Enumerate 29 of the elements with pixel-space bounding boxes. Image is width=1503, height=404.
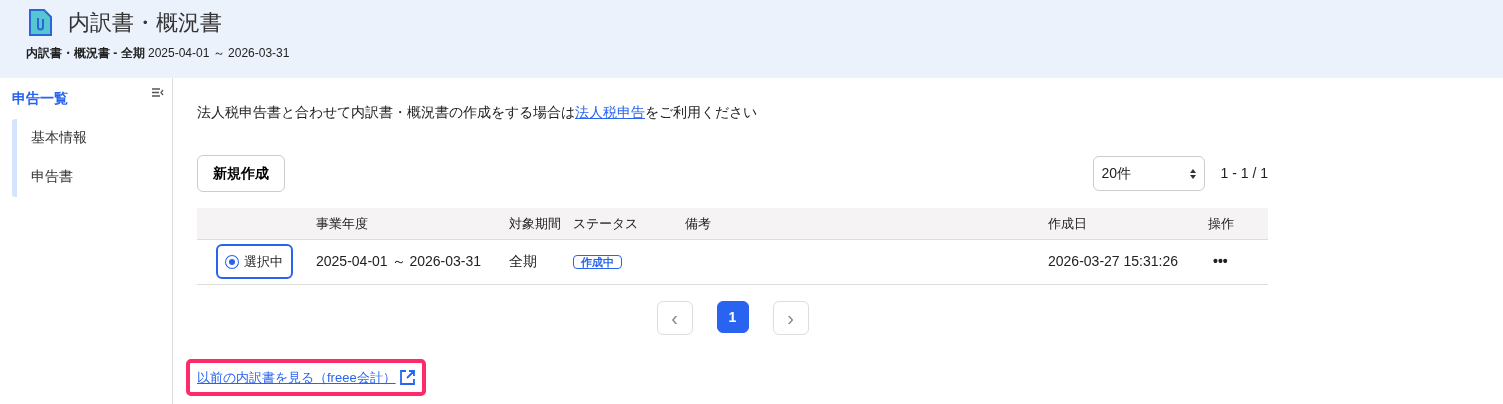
column-header: 事業年度 xyxy=(316,215,368,231)
column-header: 作成日 xyxy=(1048,215,1087,231)
page-size-select[interactable]: 20件 xyxy=(1092,156,1205,191)
period-cell: 全期 xyxy=(509,253,537,269)
select-radio[interactable]: 選択中 xyxy=(216,243,293,280)
column-header: 備考 xyxy=(685,215,711,231)
column-header: 対象期間 xyxy=(509,215,561,231)
external-link-icon xyxy=(399,369,415,385)
sidebar-item[interactable]: 基本情報 xyxy=(17,119,172,158)
document-icon xyxy=(28,9,52,37)
page-subtitle: 内訳書・概況書 - 全期 2025-04-01 ～ 2026-03-31 xyxy=(26,45,291,62)
previous-page-button[interactable]: ‹ xyxy=(656,300,693,335)
range-text: 1 - 1 / 1 xyxy=(1220,164,1268,183)
sidebar-item[interactable]: 申告書 xyxy=(17,158,172,197)
sort-caret-icon xyxy=(1189,168,1196,179)
notice-text: 法人税申告書と合わせて内訳書・概況書の作成をする場合は法人税申告をご利用ください xyxy=(197,103,758,122)
page-button[interactable]: 1 xyxy=(716,300,749,333)
corporate-tax-link[interactable]: 法人税申告 xyxy=(575,104,645,120)
column-header: ステータス xyxy=(573,215,638,231)
collapse-icon[interactable] xyxy=(152,88,164,97)
status-badge: 作成中 xyxy=(573,255,622,269)
fiscal-year-cell: 2025-04-01 ～ 2026-03-31 xyxy=(316,253,481,269)
new-button[interactable]: 新規作成 xyxy=(197,155,285,192)
page-title: 内訳書・概況書 xyxy=(68,9,222,37)
sidebar-title[interactable]: 申告一覧 xyxy=(12,88,68,109)
more-actions-button[interactable]: ••• xyxy=(1213,253,1228,269)
next-page-button[interactable]: › xyxy=(772,300,809,335)
created-date-cell: 2026-03-27 15:31:26 xyxy=(1048,253,1178,269)
column-header: 操作 xyxy=(1208,215,1234,231)
